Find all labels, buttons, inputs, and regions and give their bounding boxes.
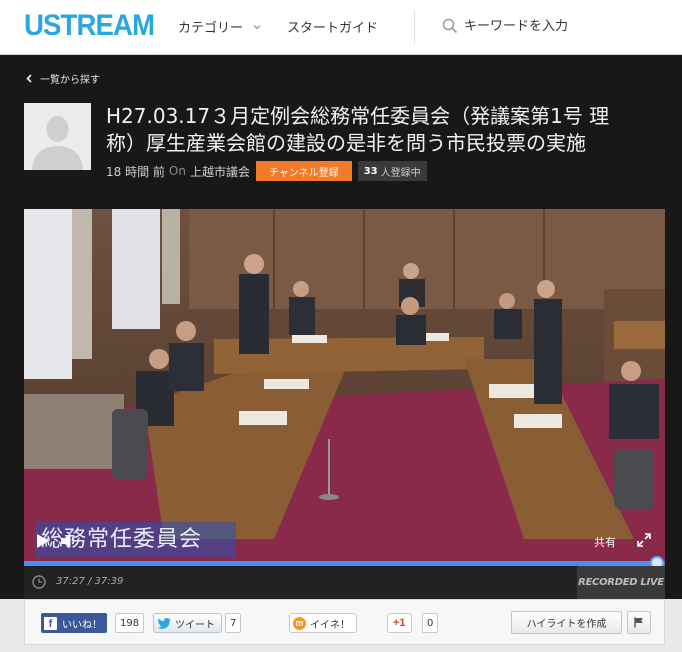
subscriber-suffix: 人登録中 [380,167,421,179]
mixi-icon: m [293,616,306,630]
category-label: カテゴリー [178,21,244,36]
video-frame-image [24,209,665,561]
video-title: H27.03.17３月定例会総務常任委員会（発議案第1号 理 称）厚生産業会館の… [106,104,610,155]
chevron-down-icon [253,24,261,29]
subscribe-button[interactable]: チャンネル登録 [255,161,352,181]
tweet-count: 7 [225,613,242,633]
back-label: 一覧から探す [40,75,100,86]
default-user-icon [24,103,91,170]
report-flag-button[interactable] [627,611,651,634]
google-plus-count: 0 [422,613,439,633]
back-to-list-link[interactable]: 一覧から探す [26,71,100,86]
ustream-logo[interactable]: USTREAM [24,9,155,43]
start-guide-link[interactable]: スタートガイド [287,17,378,36]
create-highlight-button[interactable]: ハイライトを作成 [511,611,622,634]
video-player[interactable]: 総務常任委員会 共有 [24,209,665,561]
header-divider [414,10,415,44]
fullscreen-icon[interactable] [636,532,652,548]
twitter-bird-icon [158,617,171,629]
search-icon[interactable] [442,18,458,34]
tweet-label: ツイート [175,619,215,631]
volume-icon[interactable] [60,533,78,549]
time-bar: 37:27 / 37:39 RECORDED LIVE [24,566,665,599]
google-plus-button[interactable]: +1 [387,613,412,633]
time-display: 37:27 / 37:39 [56,576,124,587]
search-input[interactable] [464,18,664,34]
video-meta: 18 時間 前 On 上越市議会 チャンネル登録 33 人登録中 [106,161,427,181]
recorded-live-badge: RECORDED LIVE [577,566,665,599]
social-bar: f いいね！ 198 ツイート 7 m イイネ！ +1 0 ハイライトを作成 [24,599,665,645]
avatar[interactable] [24,103,91,170]
search-box[interactable] [442,14,672,38]
channel-content: 一覧から探す H27.03.17３月定例会総務常任委員会（発議案第1号 理 称）… [0,55,682,599]
clock-icon [32,575,46,589]
time-ago: 18 時間 前 [106,164,165,179]
share-button[interactable]: 共有 [594,534,616,550]
channel-name-link[interactable]: 上越市議会 [190,163,250,180]
facebook-like-label: いいね！ [62,619,102,631]
tweet-button[interactable]: ツイート [153,613,222,633]
on-label: On [168,164,186,178]
facebook-like-button[interactable]: f いいね！ [41,613,107,633]
top-header: USTREAM カテゴリー スタートガイド [0,0,682,55]
chevron-left-icon [26,74,32,83]
mixi-iine-button[interactable]: m イイネ！ [289,613,357,633]
subscriber-count: 33 [363,165,378,177]
mixi-iine-label: イイネ！ [310,619,350,631]
category-menu[interactable]: カテゴリー [178,17,261,36]
facebook-like-count: 198 [115,613,145,633]
flag-icon [634,617,643,628]
facebook-icon: f [44,616,57,630]
play-icon[interactable] [35,533,51,549]
subscriber-count-badge: 33 人登録中 [357,161,427,181]
